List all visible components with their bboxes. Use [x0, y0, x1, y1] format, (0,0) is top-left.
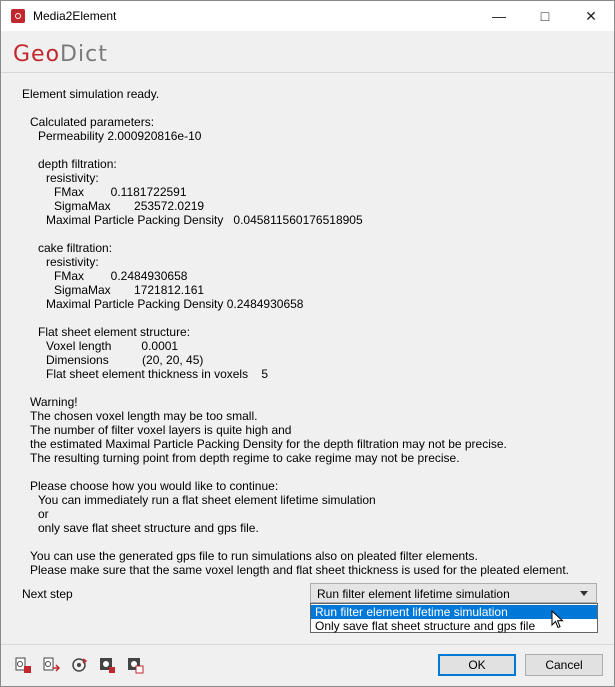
subsection-heading: resistivity: [46, 255, 99, 269]
parameter-value: Maximal Particle Packing Density 0.04581… [46, 213, 363, 227]
instruction-text: You can immediately run a flat sheet ele… [38, 493, 376, 507]
warning-text: The resulting turning point from depth r… [30, 451, 460, 465]
section-heading: depth filtration: [38, 157, 117, 171]
geodict-logo: GeoDict [13, 42, 108, 67]
app-icon [11, 9, 25, 23]
ok-button[interactable]: OK [438, 654, 516, 676]
maximize-icon[interactable]: □ [522, 1, 568, 31]
window-title: Media2Element [33, 9, 117, 23]
parameter-value: Flat sheet element thickness in voxels 5 [46, 367, 269, 381]
section-heading: Flat sheet element structure: [38, 325, 191, 339]
next-step-label: Next step [22, 587, 73, 601]
parameter-value: Voxel length 0.0001 [46, 339, 179, 353]
parameter-value: FMax 0.2484930658 [54, 269, 188, 283]
next-step-select[interactable]: Run filter element lifetime simulation [310, 583, 597, 603]
minimize-icon[interactable]: — [476, 1, 522, 31]
permeability-value: Permeability 2.000920816e-10 [38, 129, 202, 143]
chevron-down-icon[interactable] [580, 591, 588, 596]
section-heading: Calculated parameters: [30, 115, 155, 129]
footer-divider [1, 644, 614, 645]
parameter-value: SigmaMax 1721812.161 [54, 283, 205, 297]
instruction-text: Please choose how you would like to cont… [30, 479, 279, 493]
status-text: Element simulation ready. [22, 87, 160, 101]
macro-settings-icon[interactable] [126, 656, 144, 674]
next-step-selected-value: Run filter element lifetime simulation [317, 587, 510, 601]
parameter-value: Dimensions (20, 20, 45) [46, 353, 204, 367]
cancel-button[interactable]: Cancel [525, 654, 603, 676]
reset-icon[interactable] [70, 656, 88, 674]
subsection-heading: resistivity: [46, 171, 99, 185]
dialog-window: Media2Element — □ ✕ GeoDict Element simu… [0, 0, 615, 687]
file-settings-icon[interactable] [14, 656, 32, 674]
parameter-value: FMax 0.1181722591 [54, 185, 187, 199]
section-heading: cake filtration: [38, 241, 113, 255]
warning-text: The number of filter voxel layers is qui… [30, 423, 292, 437]
export-settings-icon[interactable] [42, 656, 60, 674]
info-text: Please make sure that the same voxel len… [30, 563, 569, 577]
settings-icon[interactable] [98, 656, 116, 674]
close-icon[interactable]: ✕ [568, 1, 614, 31]
instruction-text: or [38, 507, 49, 521]
instruction-text: only save flat sheet structure and gps f… [38, 521, 259, 535]
header-divider [1, 72, 614, 73]
warning-text: The chosen voxel length may be too small… [30, 409, 258, 423]
title-bar[interactable]: Media2Element — □ ✕ [1, 1, 614, 31]
parameter-value: Maximal Particle Packing Density 0.24849… [46, 297, 304, 311]
warning-heading: Warning! [30, 395, 78, 409]
mouse-cursor-icon [551, 610, 564, 629]
warning-text: the estimated Maximal Particle Packing D… [30, 437, 507, 451]
info-text: You can use the generated gps file to ru… [30, 549, 478, 563]
parameter-value: SigmaMax 253572.0219 [54, 199, 205, 213]
